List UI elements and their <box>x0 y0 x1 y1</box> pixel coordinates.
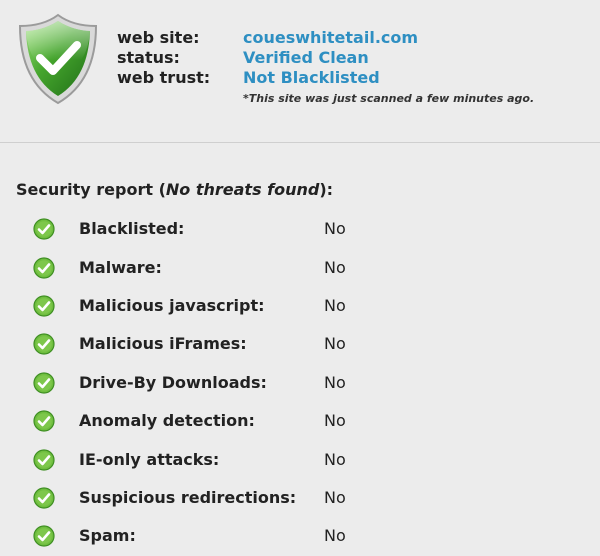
report-item-value: No <box>324 373 346 392</box>
green-check-circle-icon <box>33 410 55 432</box>
green-check-circle-icon <box>33 218 55 240</box>
website-link[interactable]: coueswhitetail.com <box>243 28 418 47</box>
report-item-label: Suspicious redirections: <box>79 488 297 507</box>
green-check-circle-icon <box>33 487 55 509</box>
report-row-anomaly-detection: Anomaly detection: No <box>0 409 600 435</box>
report-item-label: Anomaly detection: <box>79 411 255 430</box>
green-check-circle-icon <box>33 295 55 317</box>
report-row-ie-only-attacks: IE-only attacks: No <box>0 448 600 474</box>
report-row-spam: Spam: No <box>0 524 600 550</box>
report-row-malicious-iframes: Malicious iFrames: No <box>0 332 600 358</box>
status-value: Verified Clean <box>243 48 369 67</box>
report-row-malicious-javascript: Malicious javascript: No <box>0 294 600 320</box>
security-report-title: Security report (No threats found): <box>16 180 333 199</box>
report-item-value: No <box>324 488 346 507</box>
report-item-label: Spam: <box>79 526 136 545</box>
website-label: web site: <box>117 28 200 47</box>
green-check-circle-icon <box>33 449 55 471</box>
report-item-value: No <box>324 450 346 469</box>
scan-note: *This site was just scanned a few minute… <box>243 92 535 105</box>
web-trust-label: web trust: <box>117 68 211 87</box>
green-check-circle-icon <box>33 372 55 394</box>
report-item-label: Blacklisted: <box>79 219 185 238</box>
report-row-suspicious-redirections: Suspicious redirections: No <box>0 486 600 512</box>
report-item-label: Drive-By Downloads: <box>79 373 267 392</box>
report-item-value: No <box>324 258 346 277</box>
report-title-prefix: Security report ( <box>16 180 166 199</box>
status-row: status: Verified Clean <box>117 48 369 68</box>
report-item-value: No <box>324 334 346 353</box>
report-item-label: Malicious javascript: <box>79 296 265 315</box>
verified-shield-check-icon <box>18 13 98 105</box>
report-row-blacklisted: Blacklisted: No <box>0 217 600 243</box>
report-item-label: Malicious iFrames: <box>79 334 247 353</box>
green-check-circle-icon <box>33 525 55 547</box>
report-item-value: No <box>324 296 346 315</box>
green-check-circle-icon <box>33 333 55 355</box>
report-item-label: Malware: <box>79 258 162 277</box>
green-check-circle-icon <box>33 257 55 279</box>
report-item-value: No <box>324 526 346 545</box>
report-item-value: No <box>324 219 346 238</box>
report-row-malware: Malware: No <box>0 256 600 282</box>
report-title-suffix: ): <box>319 180 334 199</box>
report-item-label: IE-only attacks: <box>79 450 220 469</box>
web-trust-value: Not Blacklisted <box>243 68 380 87</box>
site-summary: web site: coueswhitetail.com status: Verif… <box>0 0 600 143</box>
report-item-value: No <box>324 411 346 430</box>
status-label: status: <box>117 48 180 67</box>
report-title-emphasis: No threats found <box>165 180 320 199</box>
web-trust-row: web trust: Not Blacklisted <box>117 68 380 88</box>
website-row: web site: coueswhitetail.com <box>117 28 418 48</box>
report-row-drive-by-downloads: Drive-By Downloads: No <box>0 371 600 397</box>
